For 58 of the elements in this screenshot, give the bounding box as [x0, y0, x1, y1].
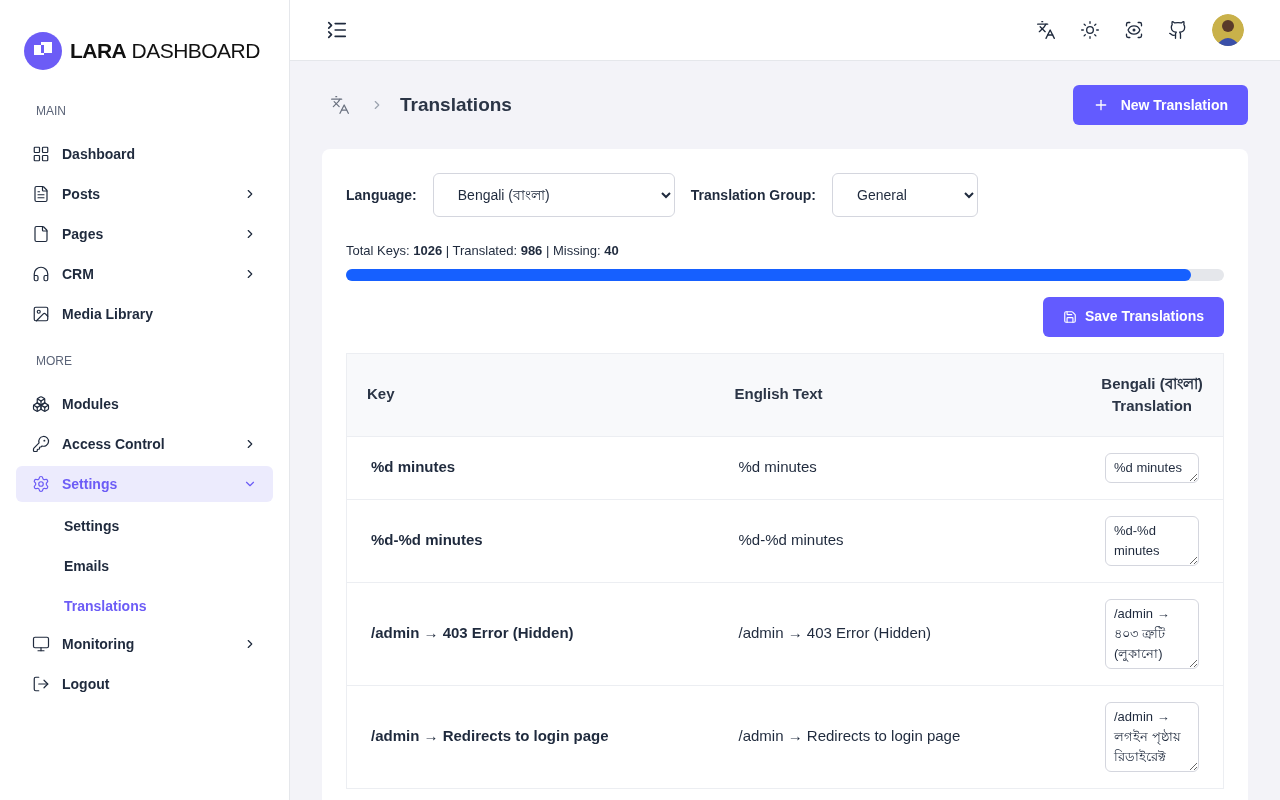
- image-icon: [32, 305, 50, 323]
- monitor-icon: [32, 635, 50, 653]
- translate-icon: [330, 95, 350, 115]
- table-cell: /admin → 403 Error (Hidden): [714, 582, 1081, 685]
- logout-icon: [32, 675, 50, 693]
- save-button[interactable]: Save Translations: [1042, 296, 1224, 337]
- translation-field[interactable]: /admin → লগইন পৃষ্ঠায় রিডাইরেক্ট: [1105, 701, 1199, 772]
- cubes-icon: [32, 395, 50, 413]
- language-label: Language:: [346, 185, 417, 205]
- submenu-item[interactable]: Translations: [16, 586, 273, 626]
- table-cell: /admin → 403 Error (Hidden): [346, 582, 715, 685]
- table-cell: %d-%d minutes: [714, 499, 1081, 582]
- sidebar-item[interactable]: CRM: [16, 256, 273, 292]
- sidebar-item[interactable]: Media Library: [16, 296, 273, 332]
- key-icon: [32, 435, 50, 453]
- section-heading: MAIN: [35, 103, 67, 120]
- sidebar-item[interactable]: Access Control: [16, 426, 273, 462]
- submenu-item[interactable]: Settings: [16, 506, 273, 546]
- sidebar-item[interactable]: Settings: [16, 466, 273, 502]
- column-header: Key: [346, 353, 715, 436]
- page-icon: [32, 225, 50, 243]
- sun-icon[interactable]: [1080, 20, 1100, 40]
- sidebar-item[interactable]: Pages: [16, 216, 273, 252]
- page-title: Translations: [400, 92, 512, 117]
- column-header: Bengali (বাংলা) Translation: [1081, 353, 1224, 436]
- save-icon: [1062, 309, 1077, 324]
- avatar[interactable]: [1212, 14, 1244, 46]
- table-cell: /admin → Redirects to login page: [714, 685, 1081, 788]
- headphones-icon: [32, 265, 50, 283]
- eye-icon[interactable]: [1124, 20, 1144, 40]
- sidebar-item[interactable]: Dashboard: [16, 136, 273, 172]
- document-icon: [32, 185, 50, 203]
- logo-text: LARA DASHBOARD: [70, 38, 260, 65]
- table-cell: %d-%d minutes: [346, 499, 715, 582]
- group-label: Translation Group:: [690, 185, 816, 205]
- github-icon[interactable]: [1168, 20, 1188, 40]
- language-select[interactable]: Bengali (বাংলা): [432, 173, 675, 217]
- new-translation-button[interactable]: New Translation: [1072, 85, 1248, 125]
- grid-icon: [32, 145, 50, 163]
- sidebar-item[interactable]: Logout: [16, 666, 273, 702]
- table-cell: %d minutes: [346, 436, 715, 499]
- translate-icon[interactable]: [1036, 20, 1056, 40]
- stats-text: Total Keys: 1026 | Translated: 986 | Missing: 40: [346, 242, 620, 260]
- table-cell: %d minutes: [714, 436, 1081, 499]
- translation-field[interactable]: %d minutes: [1105, 452, 1199, 483]
- submenu-item[interactable]: Emails: [16, 546, 273, 586]
- translation-field[interactable]: %d-%d minutes: [1105, 515, 1199, 566]
- translation-field[interactable]: /admin → ৪০৩ ত্রুটি (লুকানো): [1105, 598, 1199, 669]
- settings-icon: [32, 475, 50, 493]
- table-cell: /admin → Redirects to login page: [346, 685, 715, 788]
- sidebar-item[interactable]: Modules: [16, 386, 273, 422]
- section-heading: MORE: [35, 353, 73, 370]
- sidebar-item[interactable]: Posts: [16, 176, 273, 212]
- logo-icon: [24, 32, 62, 70]
- sidebar-item[interactable]: Monitoring: [16, 626, 273, 662]
- column-header: English Text: [714, 353, 1081, 436]
- menu-icon[interactable]: [326, 19, 348, 41]
- group-select[interactable]: General: [832, 173, 978, 217]
